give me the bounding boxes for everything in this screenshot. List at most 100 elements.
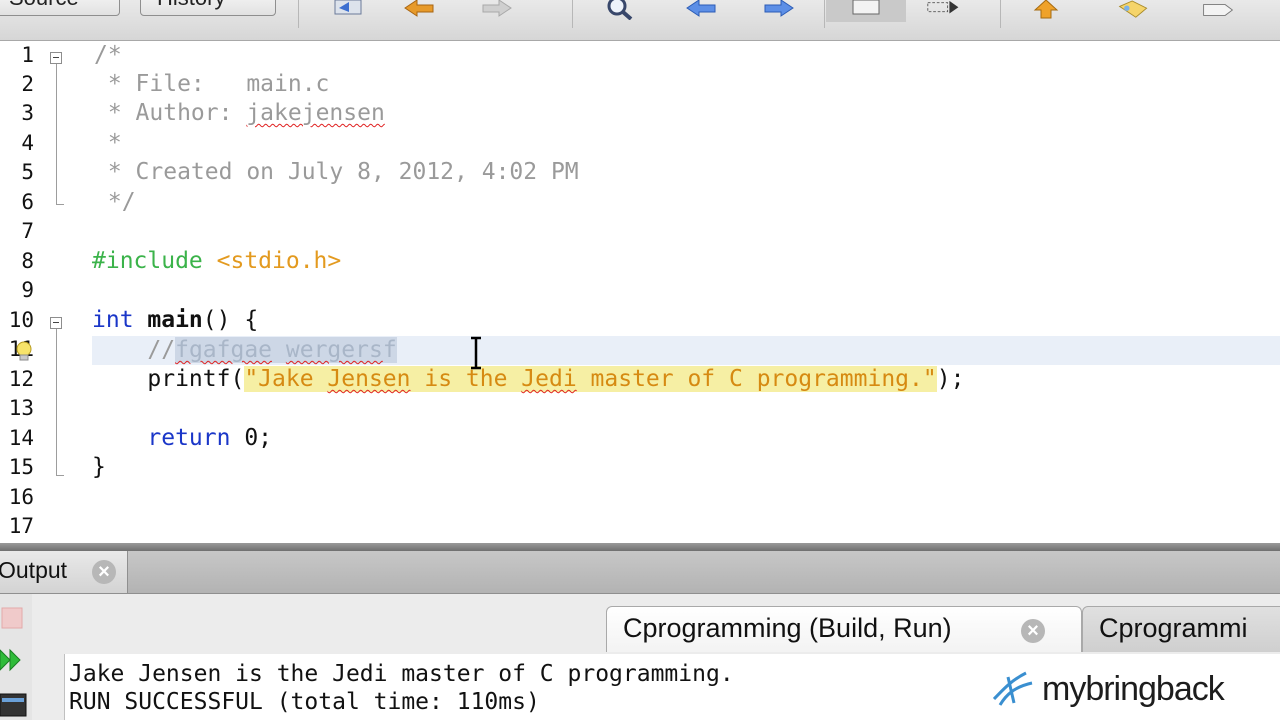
code-line-10: int main() { [92,306,258,335]
run-tab-build-run[interactable]: Cprogramming (Build, Run) × [606,606,1082,652]
line-number-gutter: 1 2 3 4 5 6 7 8 9 10 11 12 13 14 15 16 1… [0,41,72,543]
run-tabs-bar: Cprogramming (Build, Run) × Cprogrammi [32,594,1280,654]
run-tab-second[interactable]: Cprogrammi [1082,606,1280,652]
selection-icon[interactable] [926,0,962,20]
find-icon[interactable] [602,0,638,20]
comment-text: /* [94,42,122,68]
misspelled-word[interactable]: jakejensen [246,100,384,126]
line-number: 1 [21,43,34,67]
code-line-11: //fgafgae wergersf [92,336,397,365]
output-window-header: Output × [0,551,1280,594]
code-line-8: #include <stdio.h> [92,247,341,276]
shift-line-up-icon[interactable] [1028,0,1064,20]
console-line: RUN SUCCESSFUL (total time: 110ms) [69,689,540,715]
back-to-last-edit-icon[interactable] [330,0,366,20]
source-tab[interactable]: Source [0,0,120,16]
line-number: 15 [8,455,34,479]
bookmark-icon[interactable] [1116,0,1152,20]
toolbar-separator [298,0,299,28]
fold-toggle-comment[interactable] [50,52,62,64]
back-icon[interactable] [402,0,438,20]
line-number: 10 [8,308,34,332]
history-tab[interactable]: History [140,0,276,16]
code-line-12: printf("Jake Jensen is the Jedi master o… [92,365,964,394]
editor-toolbar: Source History [0,0,1280,41]
toolbar-separator [572,0,573,28]
code-line-3: * Author: jakejensen [94,99,385,128]
code-line-15: } [92,453,106,482]
code-editor[interactable]: 1 2 3 4 5 6 7 8 9 10 11 12 13 14 15 16 1… [0,41,1280,543]
comment-text: * [94,130,122,156]
forward-icon[interactable] [478,0,514,20]
string-literal: master of C programming." [576,366,937,392]
close-run-tab-icon[interactable]: × [1021,619,1045,643]
mybringback-logo-icon [992,671,1033,706]
fold-guide [56,329,57,475]
code-line-6: */ [94,188,136,217]
comment-text: */ [94,189,136,215]
find-next-icon[interactable] [760,0,796,20]
output-tab[interactable]: Output × [0,551,128,593]
line-number: 9 [21,278,34,302]
code-area[interactable]: /* * File: main.c * Author: jakejensen *… [72,41,1280,543]
fold-toggle-main[interactable] [50,317,62,329]
selected-text[interactable] [272,337,286,363]
close-output-icon[interactable]: × [92,560,116,584]
code-line-4: * [94,129,122,158]
rerun-icon[interactable] [0,646,28,674]
include-header: <stdio.h> [202,248,342,274]
string-literal: is the [410,366,522,392]
fold-guide-end [56,204,64,205]
string-literal: "Jake [244,366,328,392]
console-line: Jake Jensen is the Jedi master of C prog… [69,661,734,687]
stop-icon[interactable] [0,604,28,632]
keyword: return [147,425,231,451]
toggle-highlight-icon[interactable] [848,0,884,20]
selected-text[interactable]: f [382,337,397,363]
code-text: () { [202,307,259,333]
line-number: 12 [8,367,34,391]
fold-guide-end [56,475,64,476]
code-line-5: * Created on July 8, 2012, 4:02 PM [94,158,579,187]
code-text: ); [936,366,965,392]
code-line-1: /* [94,41,122,70]
keyword: int [92,307,134,333]
function-name: main [133,307,203,333]
lightbulb-hint-icon[interactable] [14,341,34,363]
comment-text: * File: main.c [94,71,330,97]
run-tab-label: Cprogramming (Build, Run) [623,613,952,643]
line-number: 17 [8,514,34,538]
selected-text[interactable]: wergers [285,337,383,363]
macro-icon[interactable] [1200,0,1236,20]
comment-text: * Created on July 8, 2012, 4:02 PM [94,159,579,185]
terminal-icon[interactable] [0,690,28,718]
function-call: printf( [147,366,245,392]
watermark-text: mybringback [1042,669,1225,708]
comment-slashes: // [147,337,176,363]
output-side-toolbar [0,594,32,720]
preprocessor-directive: #include [92,248,203,274]
panel-divider[interactable] [0,543,1280,551]
line-number: 8 [21,249,34,273]
output-tab-label: Output [0,557,68,583]
run-tab-label: Cprogrammi [1099,613,1248,643]
code-text: } [92,454,106,480]
line-number: 14 [8,426,34,450]
code-line-2: * File: main.c [94,70,330,99]
misspelled-word[interactable]: Jedi [521,366,577,392]
line-number: 6 [21,190,34,214]
line-number: 16 [8,485,34,509]
toolbar-separator [1000,0,1001,28]
selected-text[interactable]: fgafgae [175,337,273,363]
misspelled-word[interactable]: Jensen [327,366,411,392]
code-text: 0; [230,425,273,451]
line-number: 2 [21,72,34,96]
line-number: 13 [8,396,34,420]
line-number: 5 [21,160,34,184]
find-previous-icon[interactable] [684,0,720,20]
fold-guide [56,64,57,204]
line-number: 4 [21,131,34,155]
